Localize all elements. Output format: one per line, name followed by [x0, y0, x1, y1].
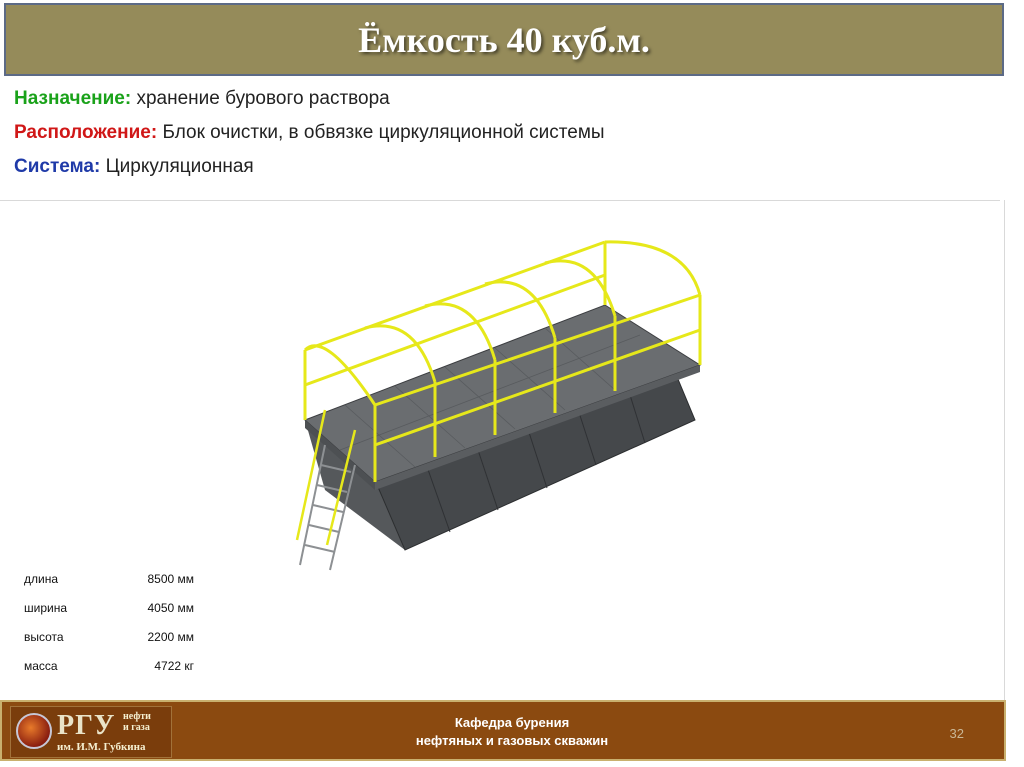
department-line1: Кафедра бурения: [454, 715, 570, 730]
system-value: Циркуляционная: [105, 156, 254, 177]
university-logo: РГУ нефти и газа им. И.М. Губкина: [10, 706, 172, 758]
system-label: Система:: [14, 156, 101, 177]
department-name: Кафедра бурения нефтяных и газовых скваж…: [362, 714, 662, 750]
specs-table: длина 8500 мм ширина 4050 мм высота 2200…: [24, 572, 224, 688]
footer-bar: РГУ нефти и газа им. И.М. Губкина Кафедр…: [0, 700, 1006, 761]
logo-emblem-icon: [16, 713, 52, 749]
logo-name: им. И.М. Губкина: [57, 741, 146, 753]
logo-subtitle-line2: и газа: [123, 722, 150, 733]
spec-name: масса: [24, 659, 58, 673]
spec-name: ширина: [24, 601, 68, 615]
department-line2: нефтяных и газовых скважин: [415, 733, 609, 748]
spec-row: масса 4722 кг: [24, 659, 224, 688]
tank-illustration: [295, 240, 702, 571]
title-bar: Ёмкость 40 куб.м.: [4, 3, 1004, 76]
spec-value: 4722 кг: [154, 659, 194, 673]
purpose-value: хранение бурового раствора: [136, 88, 390, 109]
spec-row: ширина 4050 мм: [24, 601, 224, 630]
divider-vertical: [1004, 200, 1005, 700]
spec-value: 8500 мм: [147, 572, 194, 586]
info-system: Система: Циркуляционная: [14, 156, 254, 178]
logo-subtitle: нефти и газа: [123, 711, 151, 733]
purpose-label: Назначение:: [14, 88, 132, 109]
logo-subtitle-line1: нефти: [123, 711, 151, 722]
logo-abbrev: РГУ: [57, 710, 116, 741]
spec-name: длина: [24, 572, 59, 586]
divider-horizontal: [0, 200, 1000, 201]
spec-name: высота: [24, 630, 64, 644]
spec-row: длина 8500 мм: [24, 572, 224, 601]
info-purpose: Назначение: хранение бурового раствора: [14, 88, 390, 110]
location-value: Блок очистки, в обвязке циркуляционной с…: [162, 122, 605, 143]
info-location: Расположение: Блок очистки, в обвязке ци…: [14, 122, 605, 144]
spec-value: 2200 мм: [147, 630, 194, 644]
spec-row: высота 2200 мм: [24, 630, 224, 659]
page-number: 32: [949, 726, 964, 741]
location-label: Расположение:: [14, 122, 158, 143]
slide-title: Ёмкость 40 куб.м.: [358, 19, 650, 60]
spec-value: 4050 мм: [147, 601, 194, 615]
